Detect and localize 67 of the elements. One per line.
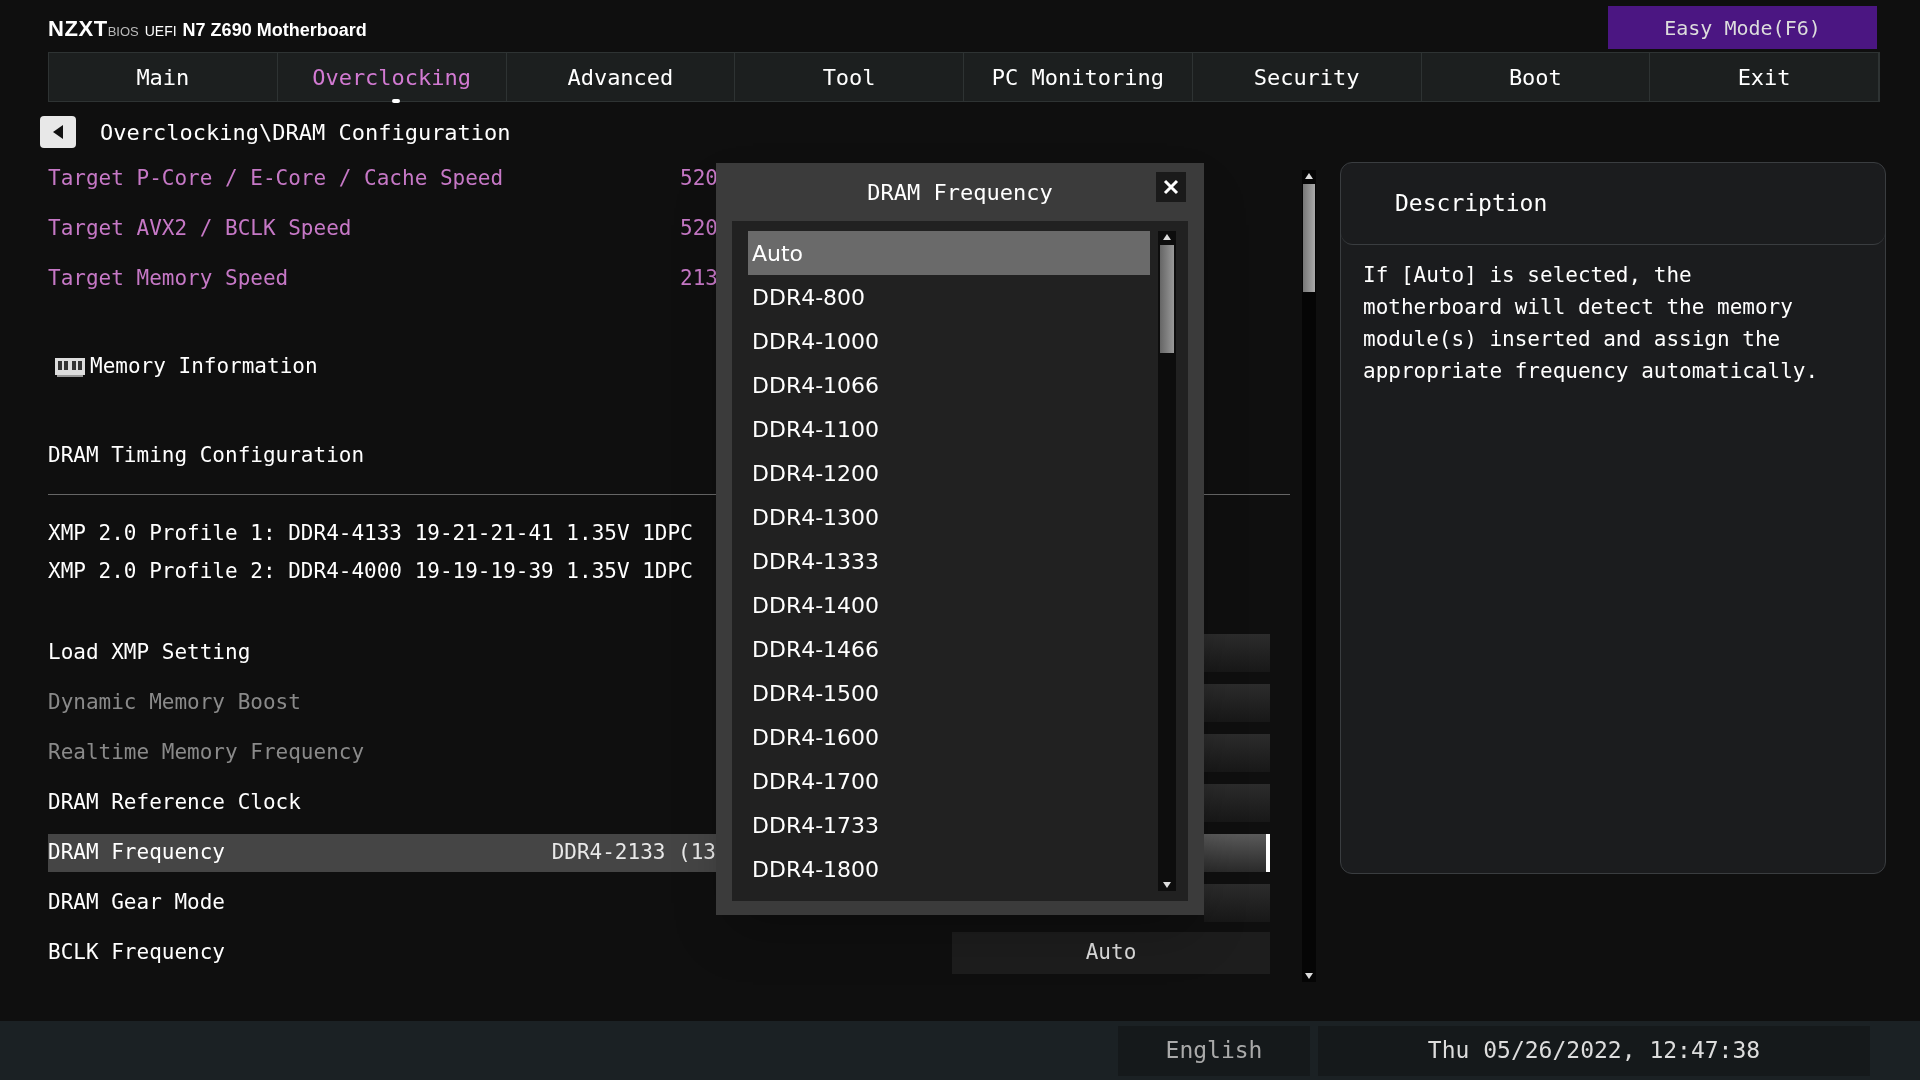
close-icon	[1163, 179, 1179, 195]
list-scroll-down-arrow[interactable]	[1162, 881, 1172, 889]
active-tab-indicator	[391, 99, 400, 103]
breadcrumb-path: Overclocking\DRAM Configuration	[100, 118, 511, 147]
section-link[interactable]: Memory Information	[90, 351, 318, 383]
frequency-option[interactable]: DDR4-1400	[748, 583, 1150, 627]
info-label: Target P-Core / E-Core / Cache Speed	[48, 165, 505, 193]
nav-tab[interactable]: PC Monitoring	[964, 53, 1193, 101]
frequency-option[interactable]: DDR4-1100	[748, 407, 1150, 451]
frequency-option[interactable]: DDR4-1000	[748, 319, 1150, 363]
frequency-option[interactable]: DDR4-1066	[748, 363, 1150, 407]
board-model: N7 Z690 Motherboard	[182, 19, 367, 42]
setting-control[interactable]	[1204, 833, 1270, 872]
nav-tab[interactable]: Tool	[735, 53, 964, 101]
scroll-down-arrow[interactable]	[1304, 972, 1314, 980]
info-label: Target AVX2 / BCLK Speed	[48, 215, 353, 243]
setting-label[interactable]: Load XMP Setting	[48, 636, 251, 669]
info-label: Target Memory Speed	[48, 265, 290, 293]
brand-logo: NZXT	[48, 15, 108, 43]
selected-row-highlight[interactable]: DRAM Frequency DDR4-2133 (13	[48, 833, 716, 872]
setting-label[interactable]: DRAM Frequency	[48, 836, 225, 869]
setting-label[interactable]: DRAM Reference Clock	[48, 786, 301, 819]
list-scroll-up-arrow[interactable]	[1162, 233, 1172, 241]
back-button[interactable]	[40, 116, 76, 148]
profile-text: XMP 2.0 Profile 2: DDR4-4000 19-19-19-39 1.35V 1DPC	[48, 557, 693, 585]
scroll-up-arrow[interactable]	[1304, 172, 1314, 180]
setting-value: DDR4-2133 (13	[551, 838, 716, 866]
setting-label[interactable]: BCLK Frequency	[48, 936, 225, 969]
list-scrollbar-thumb[interactable]	[1160, 245, 1174, 353]
scrollbar[interactable]	[1302, 170, 1316, 982]
frequency-option[interactable]: DDR4-1733	[748, 803, 1150, 847]
frequency-option[interactable]: DDR4-1333	[748, 539, 1150, 583]
frequency-option[interactable]: DDR4-1500	[748, 671, 1150, 715]
dialog-title: DRAM Frequency	[867, 178, 1053, 207]
nav-tab[interactable]: Exit	[1650, 53, 1879, 101]
memory-module-icon	[54, 356, 86, 378]
list-scrollbar[interactable]	[1158, 231, 1176, 891]
frequency-option[interactable]: DDR4-800	[748, 275, 1150, 319]
frequency-option[interactable]: DDR4-1600	[748, 715, 1150, 759]
nav-tab[interactable]: Overclocking	[277, 53, 507, 101]
frequency-option[interactable]: Auto	[748, 231, 1150, 275]
language-selector[interactable]: English	[1118, 1025, 1310, 1076]
profile-text: XMP 2.0 Profile 1: DDR4-4133 19-21-21-41 1.35V 1DPC	[48, 519, 693, 547]
nav-tab[interactable]: Boot	[1421, 53, 1651, 101]
frequency-option[interactable]: DDR4-1700	[748, 759, 1150, 803]
back-arrow-icon	[52, 124, 64, 140]
info-value: 520	[680, 215, 718, 243]
nav-tab[interactable]: Security	[1192, 53, 1422, 101]
nav-tab[interactable]: Advanced	[506, 53, 736, 101]
frequency-option[interactable]: DDR4-1800	[748, 847, 1150, 891]
info-value: 213	[680, 265, 718, 293]
frequency-option[interactable]: DDR4-1200	[748, 451, 1150, 495]
info-value: 520	[680, 165, 718, 193]
frequency-option[interactable]: DDR4-1300	[748, 495, 1150, 539]
close-button[interactable]	[1156, 172, 1186, 202]
scrollbar-thumb[interactable]	[1303, 184, 1315, 292]
setting-label[interactable]: DRAM Gear Mode	[48, 886, 225, 919]
frequency-option[interactable]: DDR4-1466	[748, 627, 1150, 671]
nav-tab[interactable]: Main	[49, 53, 278, 101]
easy-mode-button[interactable]: Easy Mode(F6)	[1608, 6, 1877, 49]
description-title: Description	[1395, 189, 1548, 219]
bios-label: BIOS	[107, 24, 139, 41]
setting-dropdown[interactable]: Auto	[952, 931, 1270, 974]
description-text: If [Auto] is selected, the motherboard will detect the memory module(s) inserted and assign the appropriate frequency automatically.	[1362, 262, 1820, 385]
date-time: Thu 05/26/2022, 12:47:38	[1318, 1025, 1870, 1076]
section-heading: DRAM Timing Configuration	[48, 443, 365, 467]
uefi-label: UEFI	[144, 22, 177, 41]
